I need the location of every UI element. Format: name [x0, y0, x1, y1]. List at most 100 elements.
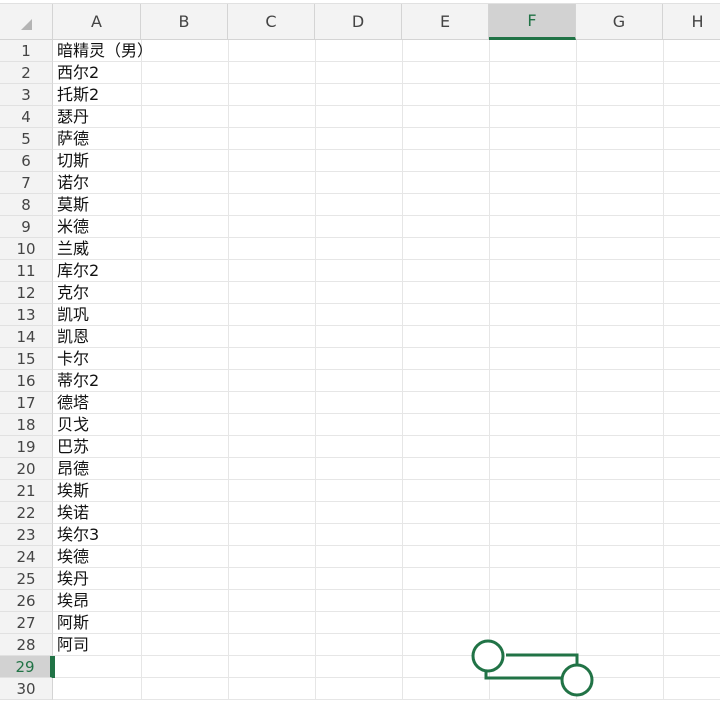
shape-handle-end[interactable] — [560, 663, 594, 697]
row-gridline — [53, 655, 720, 656]
row-header-23[interactable]: 23 — [0, 524, 53, 546]
row-gridline — [53, 677, 720, 678]
cell-a29[interactable] — [53, 656, 141, 678]
cell-a27[interactable]: 阿斯 — [53, 612, 141, 634]
row-header-24[interactable]: 24 — [0, 546, 53, 568]
row-header-16[interactable]: 16 — [0, 370, 53, 392]
row-header-29[interactable]: 29 — [0, 656, 53, 678]
row-gridline — [53, 413, 720, 414]
row-gridline — [53, 83, 720, 84]
cell-a3[interactable]: 托斯2 — [53, 84, 141, 106]
row-gridline — [53, 259, 720, 260]
cell-a10[interactable]: 兰威 — [53, 238, 141, 260]
cell-a25[interactable]: 埃丹 — [53, 568, 141, 590]
row-header-15[interactable]: 15 — [0, 348, 53, 370]
column-header-d[interactable]: D — [315, 4, 402, 40]
row-gridline — [53, 215, 720, 216]
row-header-27[interactable]: 27 — [0, 612, 53, 634]
row-gridline — [53, 633, 720, 634]
row-header-26[interactable]: 26 — [0, 590, 53, 612]
cell-a24[interactable]: 埃德 — [53, 546, 141, 568]
row-header-4[interactable]: 4 — [0, 106, 53, 128]
cell-a12[interactable]: 克尔 — [53, 282, 141, 304]
cell-a7[interactable]: 诺尔 — [53, 172, 141, 194]
row-gridline — [53, 237, 720, 238]
cell-a11[interactable]: 库尔2 — [53, 260, 141, 282]
column-header-b[interactable]: B — [141, 4, 228, 40]
row-header-11[interactable]: 11 — [0, 260, 53, 282]
cell-a15[interactable]: 卡尔 — [53, 348, 141, 370]
row-gridline — [53, 611, 720, 612]
cell-a16[interactable]: 蒂尔2 — [53, 370, 141, 392]
connector-shape[interactable] — [470, 638, 596, 698]
row-header-7[interactable]: 7 — [0, 172, 53, 194]
row-gridline — [53, 501, 720, 502]
column-header-a[interactable]: A — [53, 4, 141, 40]
row-header-28[interactable]: 28 — [0, 634, 53, 656]
cell-a1[interactable]: 暗精灵（男） — [53, 40, 153, 62]
cell-a21[interactable]: 埃斯 — [53, 480, 141, 502]
row-header-6[interactable]: 6 — [0, 150, 53, 172]
row-gridline — [53, 699, 720, 700]
column-gridline — [315, 40, 316, 700]
cell-a5[interactable]: 萨德 — [53, 128, 141, 150]
column-header-c[interactable]: C — [228, 4, 315, 40]
row-gridline — [53, 479, 720, 480]
row-header-18[interactable]: 18 — [0, 414, 53, 436]
row-header-10[interactable]: 10 — [0, 238, 53, 260]
row-gridline — [53, 589, 720, 590]
cell-a18[interactable]: 贝戈 — [53, 414, 141, 436]
row-gridline — [53, 457, 720, 458]
column-header-e[interactable]: E — [402, 4, 489, 40]
row-header-3[interactable]: 3 — [0, 84, 53, 106]
shape-handle-start[interactable] — [471, 639, 505, 673]
row-header-20[interactable]: 20 — [0, 458, 53, 480]
column-header-h[interactable]: H — [663, 4, 720, 40]
cell-a22[interactable]: 埃诺 — [53, 502, 141, 524]
column-header-g[interactable]: G — [576, 4, 663, 40]
cell-a17[interactable]: 德塔 — [53, 392, 141, 414]
cell-a2[interactable]: 西尔2 — [53, 62, 141, 84]
row-header-9[interactable]: 9 — [0, 216, 53, 238]
column-gridline — [402, 40, 403, 700]
row-gridline — [53, 105, 720, 106]
row-header-22[interactable]: 22 — [0, 502, 53, 524]
row-header-12[interactable]: 12 — [0, 282, 53, 304]
cell-a28[interactable]: 阿司 — [53, 634, 141, 656]
row-gridline — [53, 567, 720, 568]
cell-a20[interactable]: 昂德 — [53, 458, 141, 480]
cell-a8[interactable]: 莫斯 — [53, 194, 141, 216]
cell-a14[interactable]: 凯恩 — [53, 326, 141, 348]
cell-a4[interactable]: 瑟丹 — [53, 106, 141, 128]
row-header-19[interactable]: 19 — [0, 436, 53, 458]
row-header-1[interactable]: 1 — [0, 40, 53, 62]
cell-a23[interactable]: 埃尔3 — [53, 524, 141, 546]
cell-a30[interactable] — [53, 678, 141, 700]
column-gridline — [489, 40, 490, 700]
row-header-5[interactable]: 5 — [0, 128, 53, 150]
row-gridline — [53, 435, 720, 436]
row-header-14[interactable]: 14 — [0, 326, 53, 348]
column-gridline — [141, 40, 142, 700]
row-gridline — [53, 303, 720, 304]
row-header-17[interactable]: 17 — [0, 392, 53, 414]
row-header-21[interactable]: 21 — [0, 480, 53, 502]
cell-a9[interactable]: 米德 — [53, 216, 141, 238]
cell-a26[interactable]: 埃昂 — [53, 590, 141, 612]
select-all-corner[interactable] — [0, 4, 53, 40]
row-gridline — [53, 391, 720, 392]
row-gridline — [53, 369, 720, 370]
row-header-13[interactable]: 13 — [0, 304, 53, 326]
cell-a13[interactable]: 凯巩 — [53, 304, 141, 326]
cell-a6[interactable]: 切斯 — [53, 150, 141, 172]
row-header-8[interactable]: 8 — [0, 194, 53, 216]
row-header-25[interactable]: 25 — [0, 568, 53, 590]
row-gridline — [53, 193, 720, 194]
cell-a19[interactable]: 巴苏 — [53, 436, 141, 458]
row-header-30[interactable]: 30 — [0, 678, 53, 700]
select-all-icon — [21, 19, 32, 30]
row-header-2[interactable]: 2 — [0, 62, 53, 84]
column-gridline — [576, 40, 577, 700]
row-gridline — [53, 149, 720, 150]
column-header-f[interactable]: F — [489, 4, 576, 40]
